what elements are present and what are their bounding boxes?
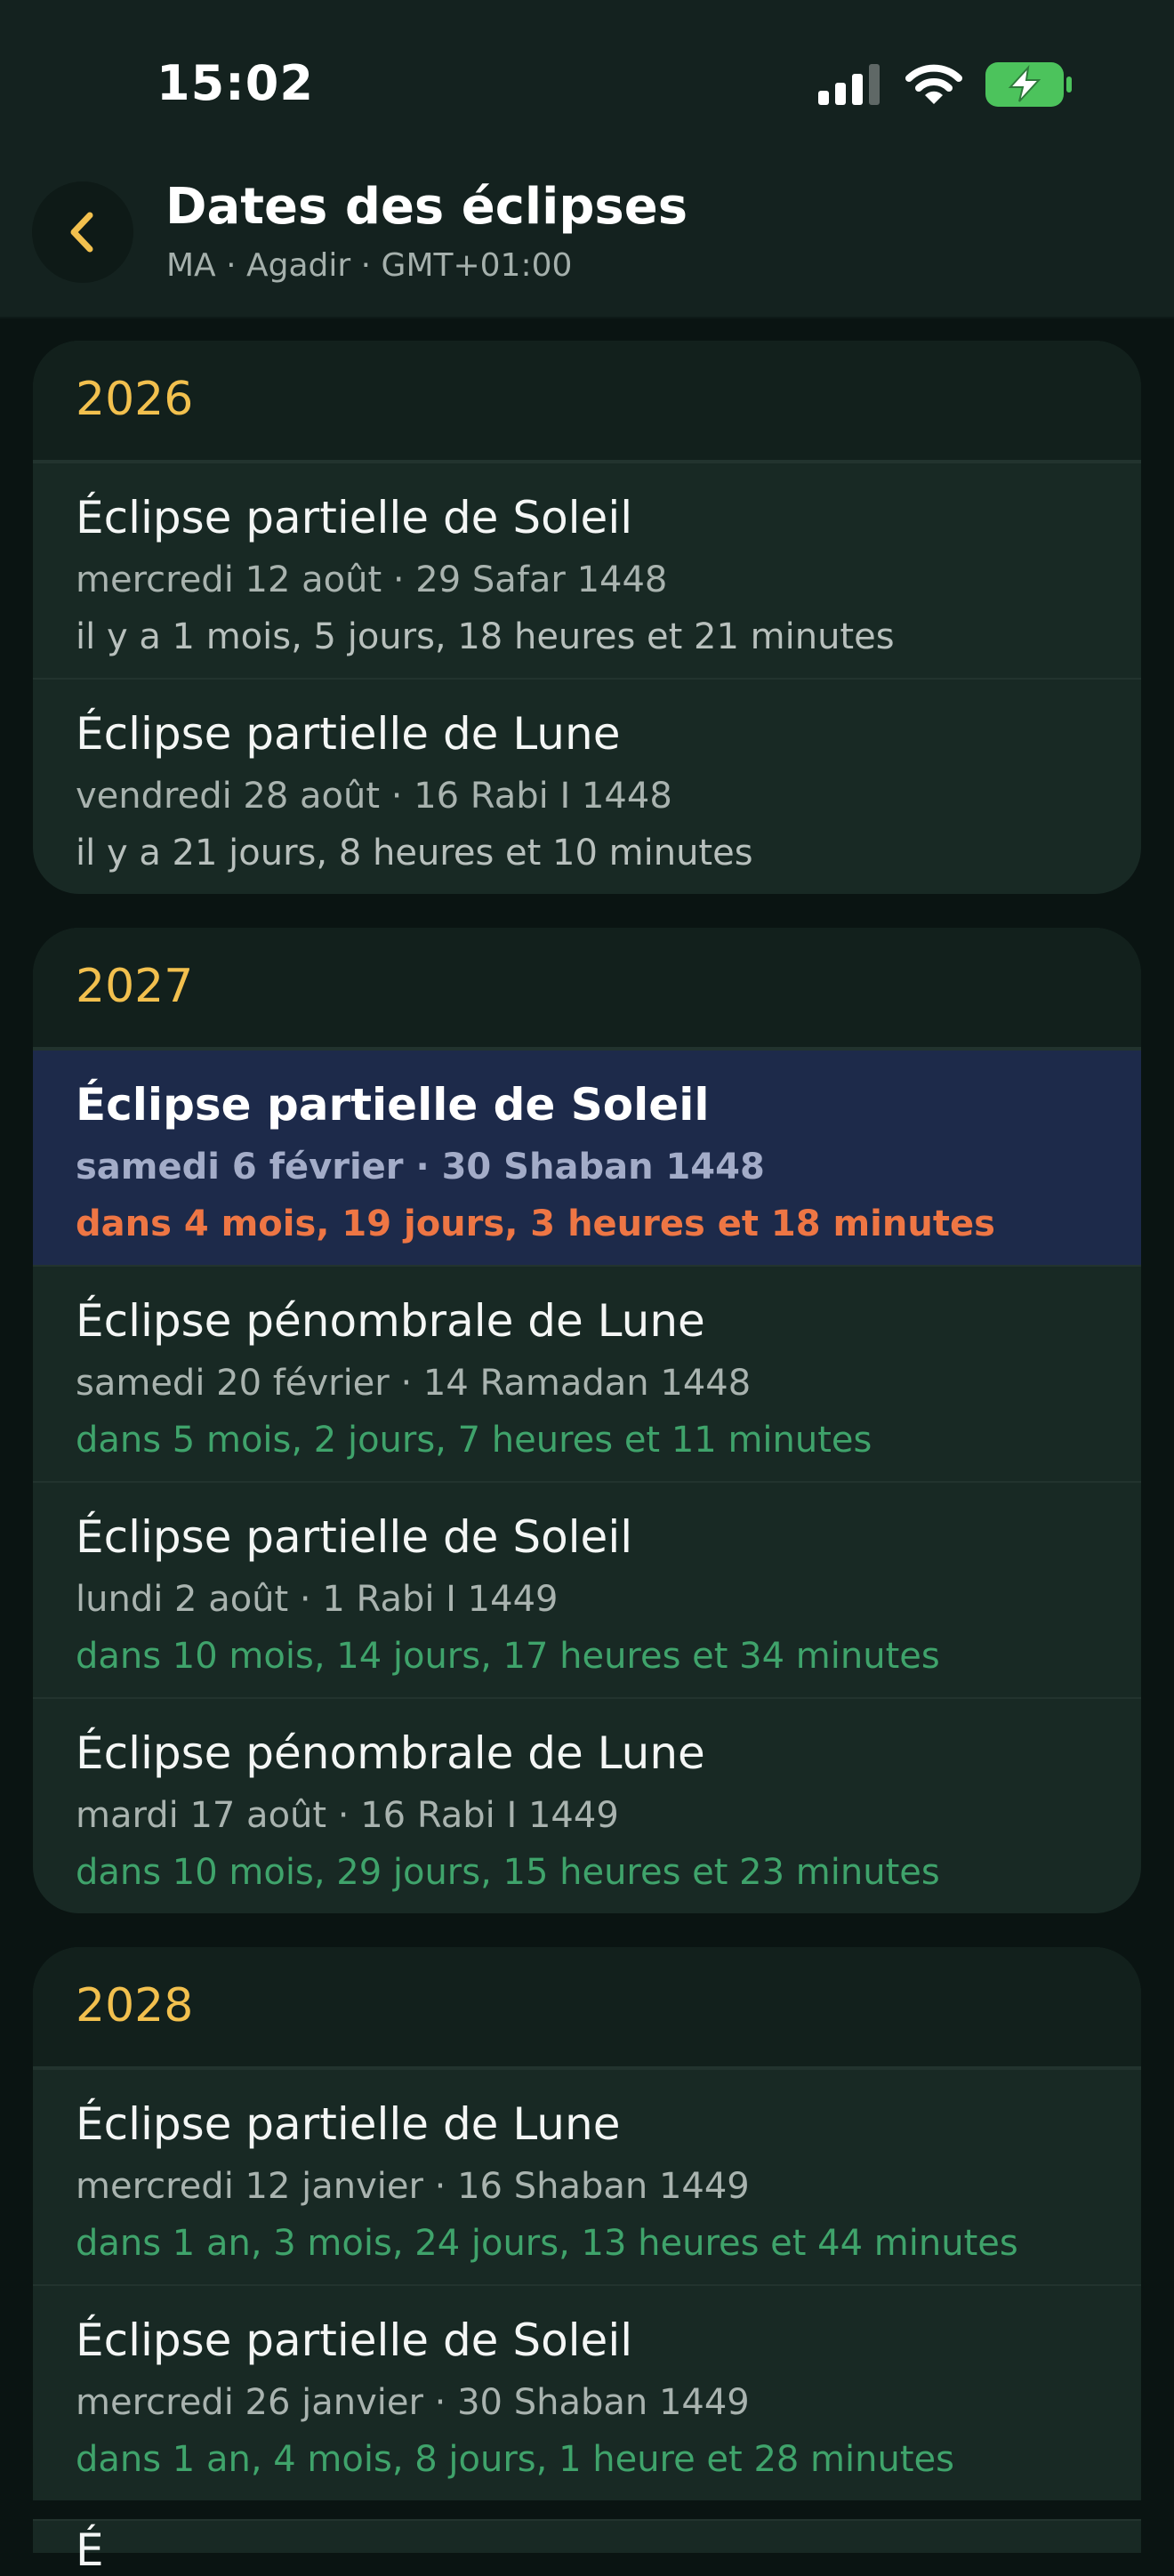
eclipse-row-partial[interactable]: É bbox=[33, 2519, 1141, 2572]
eclipse-row[interactable]: Éclipse partielle de Lune mercredi 12 ja… bbox=[33, 2068, 1141, 2284]
eclipse-date: vendredi 28 août · 16 Rabi I 1448 bbox=[76, 776, 672, 817]
eclipse-row[interactable]: Éclipse partielle de Soleil mercredi 12 … bbox=[33, 462, 1141, 678]
eclipse-relative-time: dans 5 mois, 2 jours, 7 heures et 11 min… bbox=[76, 1420, 872, 1461]
location-subtitle: MA · Agadir · GMT+01:00 bbox=[166, 247, 573, 284]
eclipse-row[interactable]: Éclipse partielle de Soleil lundi 2 août… bbox=[33, 1481, 1141, 1697]
page-title: Dates des éclipses bbox=[165, 178, 688, 236]
eclipse-row[interactable]: Éclipse pénombrale de Lune samedi 20 fév… bbox=[33, 1265, 1141, 1481]
eclipse-date: samedi 6 février · 30 Shaban 1448 bbox=[76, 1147, 765, 1187]
year-section-2026: 2026 Éclipse partielle de Soleil mercred… bbox=[33, 341, 1141, 894]
eclipse-relative-time: dans 10 mois, 29 jours, 15 heures et 23 … bbox=[76, 1852, 940, 1893]
eclipse-relative-time: dans 4 mois, 19 jours, 3 heures et 18 mi… bbox=[76, 1203, 995, 1244]
wifi-icon bbox=[905, 64, 962, 104]
status-bar: 15:02 bbox=[0, 0, 1174, 151]
year-label: 2028 bbox=[76, 1979, 194, 2033]
eclipse-row[interactable]: Éclipse partielle de Soleil mercredi 26 … bbox=[33, 2284, 1141, 2500]
year-label: 2026 bbox=[76, 373, 194, 426]
eclipse-title: Éclipse pénombrale de Lune bbox=[76, 1295, 705, 1347]
eclipse-relative-time: dans 1 an, 4 mois, 8 jours, 1 heure et 2… bbox=[76, 2439, 954, 2480]
eclipse-relative-time: dans 1 an, 3 mois, 24 jours, 13 heures e… bbox=[76, 2223, 1018, 2264]
status-icons bbox=[818, 62, 1073, 107]
year-header: 2028 bbox=[33, 1947, 1141, 2068]
eclipse-row[interactable]: Éclipse pénombrale de Lune mardi 17 août… bbox=[33, 1697, 1141, 1913]
eclipse-relative-time: il y a 21 jours, 8 heures et 10 minutes bbox=[76, 833, 753, 873]
eclipse-title: Éclipse partielle de Soleil bbox=[76, 1511, 633, 1563]
eclipse-relative-time: dans 10 mois, 14 jours, 17 heures et 34 … bbox=[76, 1636, 940, 1677]
eclipse-date: mercredi 12 août · 29 Safar 1448 bbox=[76, 559, 668, 600]
eclipse-title: Éclipse partielle de Lune bbox=[76, 708, 621, 760]
year-header: 2026 bbox=[33, 341, 1141, 462]
eclipse-date: samedi 20 février · 14 Ramadan 1448 bbox=[76, 1363, 752, 1404]
eclipse-title: Éclipse partielle de Soleil bbox=[76, 1079, 710, 1131]
year-section-2027: 2027 Éclipse partielle de Soleil samedi … bbox=[33, 928, 1141, 1913]
year-section-2028: 2028 Éclipse partielle de Lune mercredi … bbox=[33, 1947, 1141, 2500]
eclipse-title: Éclipse partielle de Soleil bbox=[76, 2314, 633, 2366]
eclipse-title: Éclipse partielle de Lune bbox=[76, 2098, 621, 2150]
year-label: 2027 bbox=[76, 960, 194, 1013]
eclipse-relative-time: il y a 1 mois, 5 jours, 18 heures et 21 … bbox=[76, 616, 895, 657]
eclipse-list: 2026 Éclipse partielle de Soleil mercred… bbox=[33, 341, 1141, 2500]
battery-charging-icon bbox=[985, 62, 1072, 107]
status-time: 15:02 bbox=[157, 55, 314, 111]
nav-header: Dates des éclipses MA · Agadir · GMT+01:… bbox=[0, 151, 1174, 318]
eclipse-date: mercredi 12 janvier · 16 Shaban 1449 bbox=[76, 2166, 750, 2207]
eclipse-title: Éclipse partielle de Soleil bbox=[76, 492, 633, 543]
year-header: 2027 bbox=[33, 928, 1141, 1049]
eclipse-date: lundi 2 août · 1 Rabi I 1449 bbox=[76, 1579, 559, 1620]
eclipse-row[interactable]: Éclipse partielle de Lune vendredi 28 ao… bbox=[33, 678, 1141, 894]
eclipse-title: Éclipse pénombrale de Lune bbox=[76, 1727, 705, 1779]
eclipse-date: mardi 17 août · 16 Rabi I 1449 bbox=[76, 1795, 619, 1836]
cellular-signal-icon bbox=[818, 64, 880, 105]
eclipse-row-next[interactable]: Éclipse partielle de Soleil samedi 6 fév… bbox=[33, 1049, 1141, 1265]
eclipse-title-partial: É bbox=[76, 2524, 104, 2576]
back-button[interactable] bbox=[32, 181, 133, 283]
chevron-left-icon bbox=[70, 212, 93, 253]
eclipse-date: mercredi 26 janvier · 30 Shaban 1449 bbox=[76, 2382, 750, 2423]
